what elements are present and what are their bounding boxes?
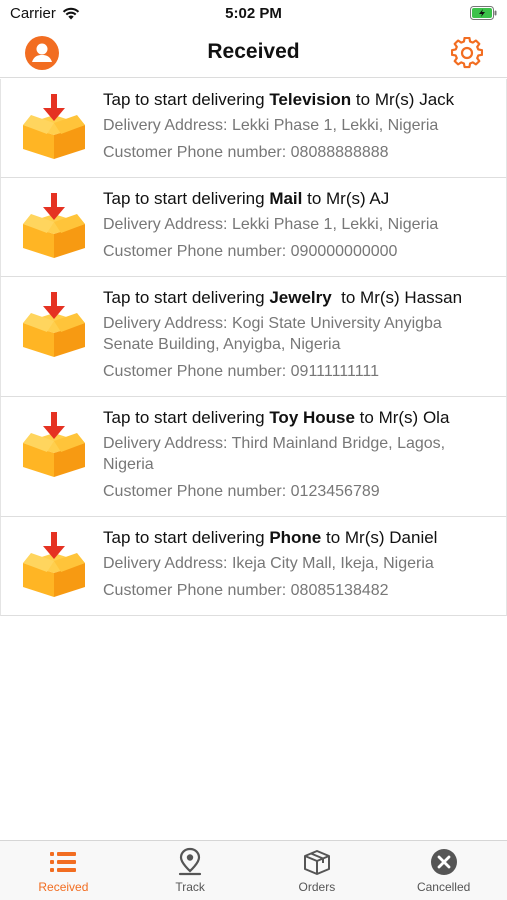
delivery-address: Delivery Address: Lekki Phase 1, Lekki, … [103,216,439,233]
delivery-item-name: Toy House [269,408,355,427]
package-download-icon [23,532,85,597]
package-download-icon [23,94,85,159]
tab-received[interactable]: Received [0,841,127,900]
tab-label: Orders [298,880,336,894]
cancel-circle-icon [430,849,457,875]
tab-cancelled[interactable]: Cancelled [380,841,507,900]
tab-orders[interactable]: Orders [254,841,381,900]
delivery-address: Delivery Address: Ikeja City Mall, Ikeja… [103,555,434,572]
delivery-item-name: Television [269,90,352,109]
status-bar: Carrier 5:02 PM [0,0,507,28]
delivery-item-name: Mail [269,189,303,208]
tab-label: Track [175,880,205,894]
delivery-title: Tap to start delivering Television to Mr… [103,90,455,109]
delivery-address: Delivery Address: Third Mainland Bridge,… [103,435,446,473]
status-time: 5:02 PM [225,5,282,22]
battery-charging-icon [470,6,497,20]
navigation-bar: Received [0,28,507,78]
box-icon [303,850,330,875]
tab-bar: Received Track Orders Cancelled [0,840,507,900]
delivery-title: Tap to start delivering Phone to Mr(s) D… [103,528,438,547]
delivery-list: Tap to start delivering Television to Mr… [0,79,507,616]
delivery-item[interactable]: Tap to start delivering Phone to Mr(s) D… [0,517,507,616]
tab-track[interactable]: Track [127,841,254,900]
customer-phone: Customer Phone number: 090000000000 [103,243,398,260]
location-pin-icon [179,847,202,876]
delivery-item-name: Phone [269,528,322,547]
gear-icon[interactable] [451,37,483,69]
tab-label: Cancelled [416,880,471,894]
customer-phone: Customer Phone number: 08085138482 [103,582,389,599]
list-icon [50,852,77,872]
customer-phone: Customer Phone number: 0123456789 [103,483,380,500]
delivery-item[interactable]: Tap to start delivering Jewelry to Mr(s)… [0,277,507,397]
delivery-item[interactable]: Tap to start delivering Television to Mr… [0,79,507,178]
delivery-title: Tap to start delivering Mail to Mr(s) AJ [103,189,390,208]
tab-label: Received [38,880,89,894]
package-download-icon [23,292,85,357]
package-download-icon [23,193,85,258]
delivery-title: Tap to start delivering Jewelry to Mr(s)… [103,288,463,307]
delivery-title: Tap to start delivering Toy House to Mr(… [103,408,450,427]
page-title: Received [207,40,300,63]
delivery-address: Delivery Address: Kogi State University … [103,315,442,353]
customer-phone: Customer Phone number: 09111111111 [103,363,380,380]
delivery-item-name: Jewelry [269,288,337,307]
delivery-item[interactable]: Tap to start delivering Mail to Mr(s) AJ… [0,178,507,277]
customer-phone: Customer Phone number: 08088888888 [103,144,389,161]
delivery-item[interactable]: Tap to start delivering Toy House to Mr(… [0,397,507,517]
package-download-icon [23,412,85,477]
delivery-address: Delivery Address: Lekki Phase 1, Lekki, … [103,117,439,134]
